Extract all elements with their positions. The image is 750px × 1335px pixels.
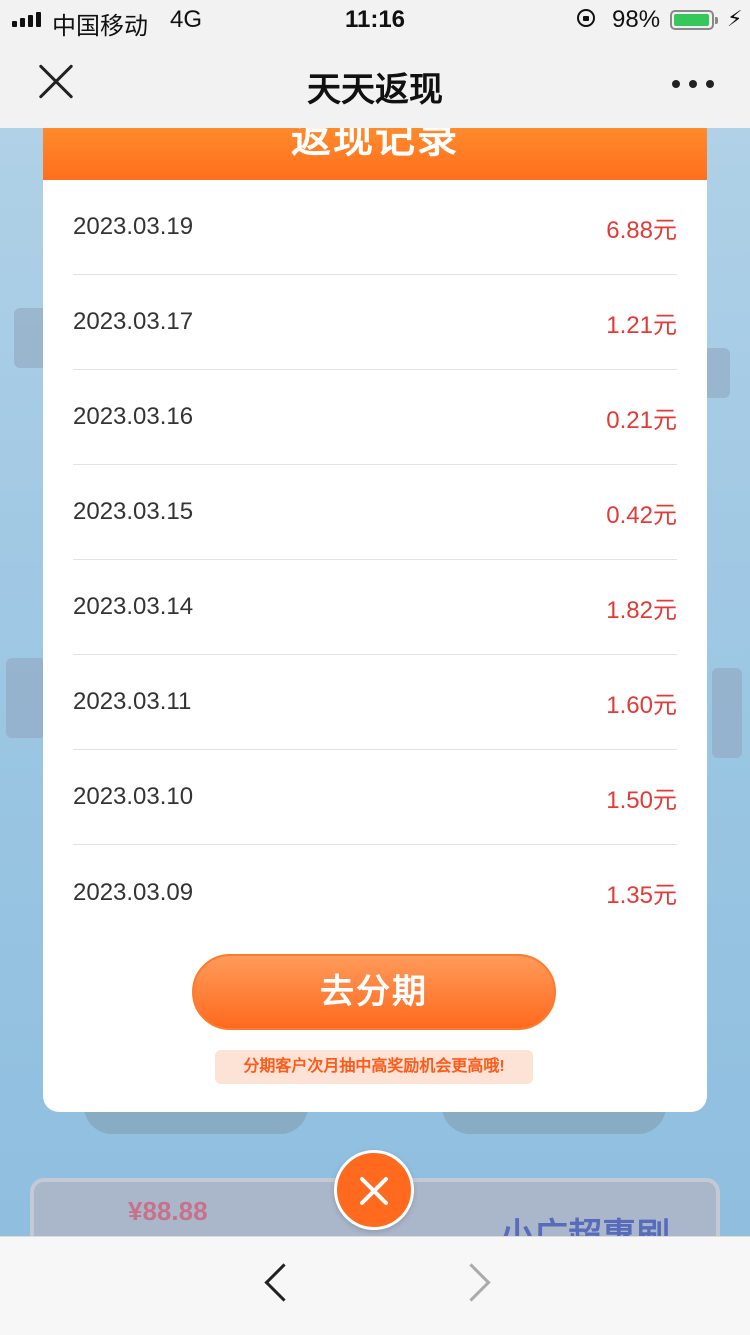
browser-toolbar — [0, 1236, 750, 1335]
record-amount: 1.82元 — [606, 596, 677, 624]
back-arrow-icon[interactable] — [264, 1263, 303, 1302]
record-row: 2023.03.14 1.82元 — [73, 560, 677, 655]
record-date: 2023.03.16 — [73, 403, 194, 430]
battery-icon — [670, 10, 718, 30]
record-row: 2023.03.11 1.60元 — [73, 655, 677, 750]
record-row: 2023.03.16 0.21元 — [73, 370, 677, 465]
record-date: 2023.03.19 — [73, 213, 194, 240]
modal-close-button[interactable] — [334, 1150, 414, 1230]
record-row: 2023.03.19 6.88元 — [73, 180, 677, 275]
record-date: 2023.03.15 — [73, 498, 194, 525]
charging-icon: ⚡ — [727, 6, 743, 31]
battery-percent: 98% — [612, 6, 661, 33]
battery-fill — [674, 14, 710, 26]
status-bar: 中国移动 4G 11:16 98% ⚡ — [0, 0, 750, 40]
record-row: 2023.03.10 1.50元 — [73, 750, 677, 845]
cashback-records-modal: 返现记录 2023.03.19 6.88元 2023.03.17 1.21元 2023.… — [43, 128, 707, 1112]
modal-header: 返现记录 — [43, 128, 707, 180]
record-amount: 1.50元 — [606, 786, 677, 814]
record-amount: 1.60元 — [606, 691, 677, 719]
record-amount: 0.21元 — [606, 406, 677, 434]
rotation-lock-icon — [577, 9, 595, 27]
record-amount: 1.35元 — [606, 882, 677, 909]
modal-title: 返现记录 — [291, 128, 459, 161]
record-row: 2023.03.17 1.21元 — [73, 275, 677, 370]
installment-button[interactable]: 去分期 — [192, 954, 556, 1030]
record-amount: 6.88元 — [606, 216, 677, 244]
promo-tip: 分期客户次月抽中高奖励机会更高哦! — [215, 1050, 533, 1084]
record-date: 2023.03.11 — [73, 688, 192, 715]
page-title: 天天返现 — [307, 71, 443, 109]
record-row: 2023.03.09 1.35元 — [73, 845, 677, 940]
record-amount: 0.42元 — [606, 501, 677, 529]
nav-bar: 天天返现 — [0, 40, 750, 128]
record-date: 2023.03.10 — [73, 783, 194, 810]
record-date: 2023.03.14 — [73, 593, 194, 620]
record-row: 2023.03.15 0.42元 — [73, 465, 677, 560]
record-amount: 1.21元 — [606, 311, 677, 339]
record-date: 2023.03.09 — [73, 878, 194, 906]
record-list[interactable]: 2023.03.19 6.88元 2023.03.17 1.21元 2023.03.16… — [73, 180, 677, 940]
record-date: 2023.03.17 — [73, 308, 194, 335]
more-icon[interactable] — [672, 80, 714, 88]
forward-arrow-icon[interactable] — [452, 1263, 491, 1302]
